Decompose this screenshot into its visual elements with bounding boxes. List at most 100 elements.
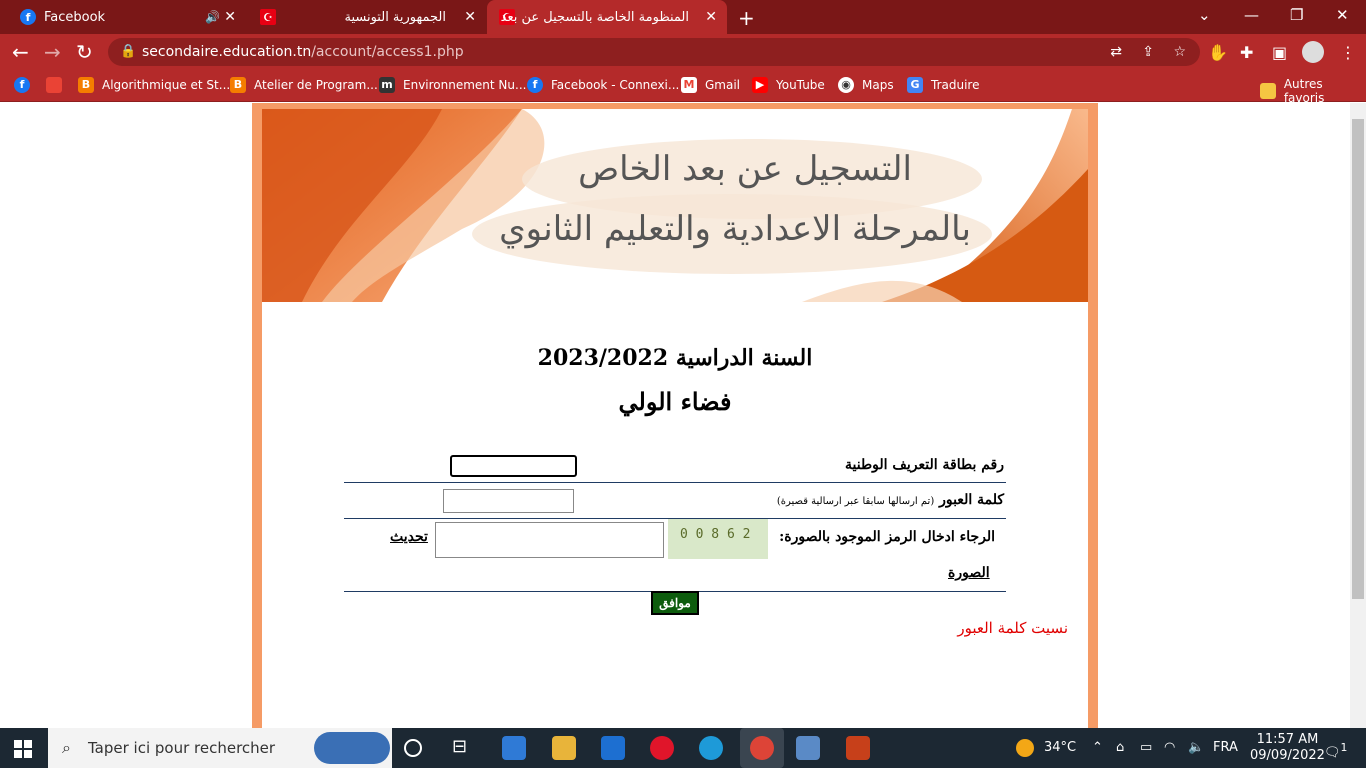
password-label-text: كلمة العبور: [939, 492, 1004, 508]
bookmark-label: Atelier de Program...: [254, 78, 378, 92]
other-bookmarks-label: Autres favoris: [1283, 77, 1325, 105]
bookmark-label: Gmail: [705, 78, 741, 92]
captcha-image: 0 0 8 6 2: [668, 519, 768, 559]
refresh-captcha-link[interactable]: تحديث: [390, 529, 428, 545]
weather-temp: 34°C: [1044, 740, 1077, 755]
tab-republic[interactable]: ☪ الجمهورية التونسية ✕: [248, 0, 486, 34]
new-tab-button[interactable]: +: [738, 6, 755, 30]
bookmark-item[interactable]: m Environnement Nu...: [379, 77, 526, 93]
mail-icon[interactable]: [601, 736, 625, 760]
bookmark-item[interactable]: f Facebook - Connexi...: [527, 77, 679, 93]
tab-facebook[interactable]: f Facebook 🔊 ✕: [0, 0, 248, 34]
language-indicator[interactable]: FRA: [1213, 728, 1238, 768]
captcha-text: 0 0 8 6 2: [680, 527, 751, 542]
taskbar-search[interactable]: ⌕ Taper ici pour rechercher: [48, 728, 392, 768]
store-icon[interactable]: [502, 736, 526, 760]
translate-icon: G: [907, 77, 923, 93]
reload-button[interactable]: ↻: [76, 40, 93, 64]
wifi-icon[interactable]: ◠: [1164, 728, 1175, 768]
battery-icon[interactable]: ▭: [1140, 728, 1152, 768]
tab-title: Facebook: [44, 9, 106, 25]
bookmarks-bar: f B Algorithmique et St... B Atelier de Pr…: [0, 70, 1366, 105]
star-icon[interactable]: ☆: [1173, 38, 1186, 66]
refresh-captcha-link-2[interactable]: الصورة: [948, 565, 990, 581]
chrome-taskbar-button[interactable]: [740, 728, 784, 768]
bookmark-label: Facebook - Connexi...: [551, 78, 680, 92]
volume-icon[interactable]: 🔈: [1188, 728, 1204, 768]
bookmark-apps[interactable]: [46, 77, 70, 93]
windows-start-icon[interactable]: [14, 740, 32, 758]
close-window-button[interactable]: ✕: [1336, 6, 1349, 24]
blogger-icon: B: [230, 77, 246, 93]
clock-date: 09/09/2022: [1250, 748, 1325, 763]
banner-line1: التسجيل عن بعد الخاص: [578, 149, 912, 189]
folder-icon: [1260, 83, 1276, 99]
banner-decoration: [262, 109, 1088, 302]
apps-grid-icon: [46, 77, 62, 93]
speaker-icon[interactable]: 🔊: [205, 10, 220, 24]
task-view-icon[interactable]: ⊟: [452, 736, 476, 760]
cin-input[interactable]: [450, 455, 577, 477]
bookmark-item[interactable]: B Algorithmique et St...: [78, 77, 230, 93]
close-icon[interactable]: ✕: [464, 9, 476, 25]
bookmark-label: YouTube: [776, 78, 825, 92]
school-year-title: السنة الدراسية 2023/2022: [537, 345, 813, 371]
maximize-button[interactable]: ❐: [1290, 6, 1303, 24]
bookmark-item[interactable]: B Atelier de Program...: [230, 77, 378, 93]
edge-icon[interactable]: [699, 736, 723, 760]
parent-space-title: فضاء الولي: [618, 387, 732, 416]
chrome-icon: [750, 736, 774, 760]
notification-count: 1: [1340, 741, 1348, 754]
bookmark-item[interactable]: ◉ Maps: [838, 77, 894, 93]
address-bar[interactable]: 🔒 secondaire.education.tn/account/access…: [108, 38, 1200, 66]
chevron-up-icon[interactable]: ⌃: [1092, 728, 1103, 768]
cortana-icon[interactable]: [404, 739, 422, 757]
bookmark-facebook[interactable]: f: [14, 77, 38, 93]
opera-icon[interactable]: [650, 736, 674, 760]
tab-title: المنظومة الخاصة بالتسجيل عن بعد: [500, 9, 689, 25]
extension-stop-icon[interactable]: ✋: [1208, 43, 1228, 62]
password-hint: (تم ارسالها سابقا عبر ارسالية قصيرة): [776, 496, 935, 507]
snipping-tool-icon[interactable]: [846, 736, 870, 760]
page-scrollbar[interactable]: [1350, 103, 1366, 728]
minimize-button[interactable]: —: [1244, 6, 1259, 24]
network-icon[interactable]: ⌂: [1116, 728, 1124, 768]
weather-widget[interactable]: 34°C: [1016, 728, 1076, 768]
close-icon[interactable]: ✕: [705, 9, 717, 25]
scrollbar-thumb[interactable]: [1352, 119, 1364, 599]
file-explorer-icon[interactable]: [552, 736, 576, 760]
search-icon: ⌕: [62, 738, 71, 757]
bookmark-item[interactable]: G Traduire: [907, 77, 979, 93]
remote-desktop-icon[interactable]: [796, 736, 820, 760]
sidepanel-icon[interactable]: ▣: [1272, 43, 1287, 62]
bookmark-item[interactable]: M Gmail: [681, 77, 740, 93]
bookmark-item[interactable]: ▶ YouTube: [752, 77, 825, 93]
page-frame: التسجيل عن بعد الخاص بالمرحلة الاعدادية …: [252, 103, 1098, 728]
menu-icon[interactable]: ⋮: [1340, 43, 1356, 62]
tab-registration[interactable]: ☪ المنظومة الخاصة بالتسجيل عن بعد ✕: [487, 0, 727, 34]
forgot-password-link[interactable]: نسيت كلمة العبور: [957, 619, 1068, 637]
translate-icon[interactable]: ⇄: [1110, 38, 1122, 66]
moodle-icon: m: [379, 77, 395, 93]
other-bookmarks[interactable]: Autres favoris: [1260, 77, 1366, 105]
cin-label: رقم بطاقة التعريف الوطنية: [845, 457, 1004, 473]
clock[interactable]: 11:57 AM 09/09/2022: [1250, 732, 1325, 764]
tab-title: الجمهورية التونسية: [344, 9, 446, 25]
lock-icon[interactable]: 🔒: [120, 38, 136, 66]
back-button[interactable]: ←: [12, 40, 29, 64]
tab-search-icon[interactable]: ⌄: [1198, 6, 1211, 24]
extensions-icon[interactable]: ✚: [1240, 43, 1253, 62]
submit-button[interactable]: موافق: [651, 591, 699, 615]
clock-time: 11:57 AM: [1256, 732, 1319, 747]
search-placeholder: Taper ici pour rechercher: [88, 739, 276, 757]
share-icon[interactable]: ⇪: [1142, 38, 1154, 66]
captcha-input[interactable]: [435, 522, 664, 558]
forward-button[interactable]: →: [44, 40, 61, 64]
browser-toolbar: ← → ↻ 🔒 secondaire.education.tn/account/…: [0, 34, 1366, 70]
sun-icon: [1016, 738, 1034, 757]
close-icon[interactable]: ✕: [224, 9, 236, 25]
blogger-icon: B: [78, 77, 94, 93]
password-input[interactable]: [443, 489, 574, 513]
notification-icon[interactable]: 🗨1: [1324, 728, 1347, 773]
avatar[interactable]: [1302, 41, 1324, 63]
